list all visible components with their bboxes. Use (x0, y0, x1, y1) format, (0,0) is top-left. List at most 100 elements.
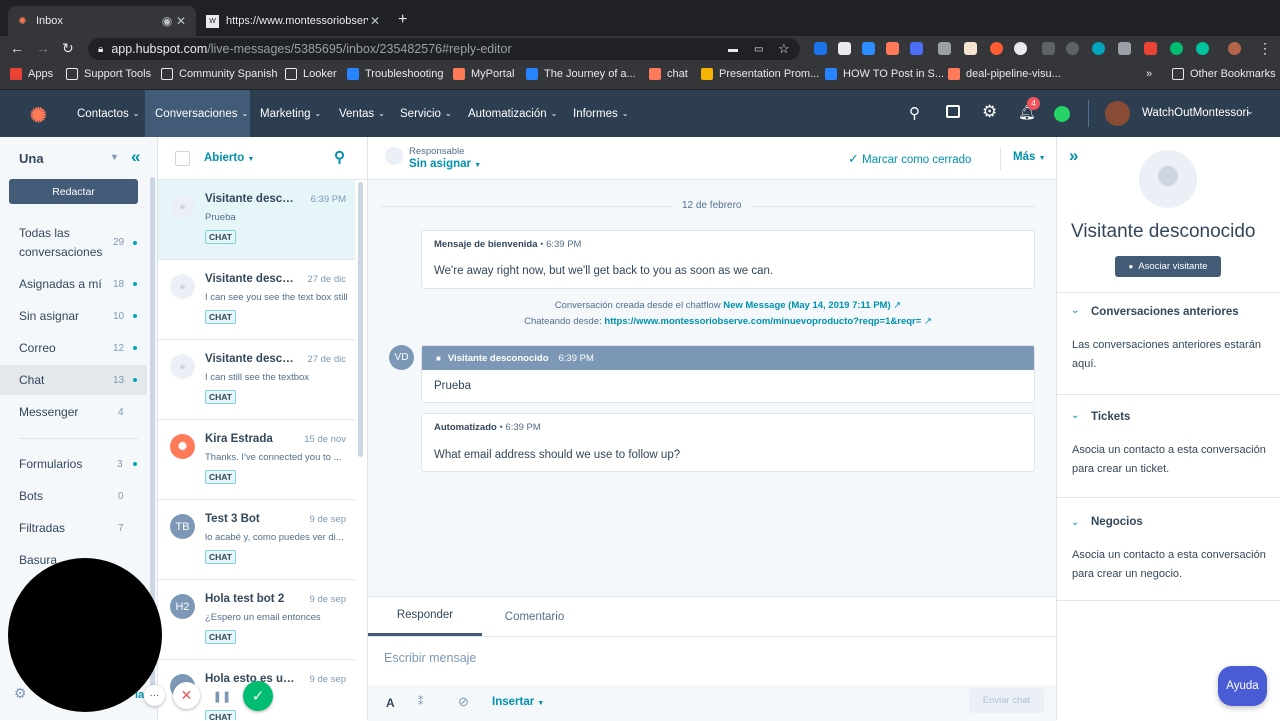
bookmark-howto[interactable]: HOW TO Post in S... (825, 68, 944, 80)
sidebar-item-correo[interactable]: Correo 12 (0, 336, 147, 360)
more-bookmarks-icon[interactable]: » (1146, 68, 1152, 80)
page-url-link[interactable]: https://www.montessoriobserve.com/minuev… (604, 316, 921, 327)
extension-icon[interactable] (910, 42, 923, 55)
bookmark-chat[interactable]: chat (649, 68, 688, 80)
insert-dropdown[interactable]: Insertar ▼ (492, 696, 544, 708)
close-tab-icon[interactable]: ✕ (174, 14, 188, 28)
settings-gear-icon[interactable]: ⚙ (14, 685, 27, 702)
reload-icon[interactable]: ↻ (62, 40, 74, 57)
chevron-down-icon[interactable]: ⌄ (1071, 305, 1079, 316)
inbox-dropdown-icon[interactable]: ▼ (110, 152, 119, 162)
expand-panel-icon[interactable]: » (1069, 146, 1078, 166)
tab-comment[interactable]: Comentario (482, 597, 587, 636)
extension-icon[interactable] (1118, 42, 1131, 55)
bookmark-support-tools[interactable]: Support Tools (66, 68, 151, 80)
section-title[interactable]: Negocios (1091, 516, 1143, 528)
extension-icon[interactable] (964, 42, 977, 55)
bookmark-community-spanish[interactable]: Community Spanish (161, 68, 277, 80)
status-filter-dropdown[interactable]: Abierto ▼ (204, 152, 254, 164)
conversation-item[interactable]: TB Test 3 Bot 9 de sep lo acabé y, como … (158, 500, 355, 580)
bookmark-looker[interactable]: Looker (285, 68, 337, 80)
bookmark-troubleshooting[interactable]: Troubleshooting (347, 68, 443, 80)
nav-conversaciones[interactable]: Conversaciones ⌄ (145, 90, 250, 137)
search-icon[interactable]: ⚲ (909, 104, 920, 122)
extension-icon[interactable] (1066, 42, 1079, 55)
bookmark-star-icon[interactable]: ☆ (778, 41, 790, 57)
collapse-sidebar-icon[interactable]: « (131, 147, 140, 167)
extension-icon[interactable] (1144, 42, 1157, 55)
compose-button[interactable]: Redactar (9, 179, 138, 204)
text-format-icon[interactable]: A (386, 696, 395, 710)
sidebar-item-sin-asignar[interactable]: Sin asignar 10 (0, 304, 147, 328)
conversation-item[interactable]: ● Visitante desco... 27 de dic I can see… (158, 260, 355, 340)
inbox-name[interactable]: Una (19, 151, 44, 166)
back-icon[interactable]: ← (10, 40, 24, 56)
conversation-item[interactable]: ✺ Kira Estrada 15 de nov Thanks. I've co… (158, 420, 355, 500)
extension-icon[interactable] (838, 42, 851, 55)
new-tab-icon[interactable]: + (398, 11, 407, 29)
associate-visitor-button[interactable]: ● Asociar visitante (1115, 256, 1221, 277)
chevron-down-icon[interactable]: ⌄ (1071, 410, 1079, 421)
whatsapp-icon[interactable] (1054, 106, 1070, 122)
attachment-icon[interactable]: ⊘ (458, 694, 469, 710)
nav-automatizacion[interactable]: Automatización ⌄ (458, 90, 567, 137)
bookmark-apps[interactable]: Apps (10, 68, 53, 80)
sidebar-item-bots[interactable]: Bots 0 (0, 484, 147, 508)
browser-tab-inbox[interactable]: ✺ Inbox ◉ ✕ (8, 6, 196, 36)
close-tab-icon[interactable]: ✕ (368, 14, 382, 28)
avatar[interactable] (1105, 101, 1130, 126)
bookmark-deal-pipeline[interactable]: deal-pipeline-visu... (948, 68, 1061, 80)
chevron-down-icon[interactable]: ⌄ (1071, 517, 1079, 528)
close-conversation-button[interactable]: ✓ Marcar como cerrado (848, 151, 971, 167)
extension-icon[interactable] (1042, 42, 1055, 55)
extension-icon[interactable] (1014, 42, 1027, 55)
extension-icon[interactable] (938, 42, 951, 55)
extension-icon[interactable] (814, 42, 827, 55)
sidebar-item-chat[interactable]: Chat 13 (0, 365, 147, 395)
conversation-item[interactable]: ● Visitante desco... 27 de dic I can sti… (158, 340, 355, 420)
forward-icon[interactable]: → (36, 40, 50, 56)
browser-tab-montessori[interactable]: W https://www.montessoriobserve ✕ (198, 6, 390, 36)
owner-dropdown[interactable]: Sin asignar ▼ (409, 158, 481, 170)
list-scrollbar[interactable] (358, 182, 363, 457)
url-field[interactable]: 🔒︎ app.hubspot.com /live-messages/538569… (88, 38, 800, 60)
sidebar-item-todas[interactable]: Todas las conversaciones 29 (0, 222, 147, 262)
search-icon[interactable]: ⚲ (334, 148, 345, 166)
nav-informes[interactable]: Informes ⌄ (563, 90, 638, 137)
sidebar-item-messenger[interactable]: Messenger 4 (0, 400, 147, 424)
recorder-pause-icon[interactable]: ❚❚ (211, 685, 233, 707)
nav-ventas[interactable]: Ventas ⌄ (329, 90, 395, 137)
emoji-icon[interactable]: ⁑ (418, 695, 424, 708)
nav-servicio[interactable]: Servicio ⌄ (390, 90, 462, 137)
extension-icon[interactable] (1092, 42, 1105, 55)
extension-icon[interactable] (990, 42, 1003, 55)
account-name[interactable]: WatchOutMontessori (1142, 107, 1249, 119)
message-input[interactable]: Escribir mensaje (368, 637, 1056, 681)
conversation-item[interactable]: ● Visitante desco... 6:39 PM Prueba CHAT (158, 180, 355, 260)
profile-avatar-icon[interactable] (1228, 42, 1241, 55)
browser-menu-icon[interactable]: ⋮ (1258, 40, 1272, 57)
section-title[interactable]: Conversaciones anteriores (1091, 306, 1239, 318)
bookmark-myportal[interactable]: MyPortal (453, 68, 514, 80)
select-all-checkbox[interactable] (175, 151, 190, 166)
extension-icon[interactable] (862, 42, 875, 55)
section-title[interactable]: Tickets (1091, 411, 1130, 423)
more-actions-dropdown[interactable]: Más ▼ (1013, 151, 1046, 163)
chatflow-link[interactable]: New Message (May 14, 2019 7:11 PM) (723, 300, 890, 311)
tab-reply[interactable]: Responder (368, 597, 482, 636)
help-button[interactable]: Ayuda (1218, 666, 1267, 706)
sidebar-item-formularios[interactable]: Formularios 3 (0, 452, 147, 476)
send-chat-button[interactable]: Enviar chat (969, 688, 1044, 713)
extension-icon[interactable] (1170, 42, 1183, 55)
conversation-item[interactable]: H2 Hola test bot 2 9 de sep ¿Espero un e… (158, 580, 355, 660)
nav-marketing[interactable]: Marketing ⌄ (250, 90, 331, 137)
recorder-more-button[interactable]: ··· (144, 685, 165, 706)
marketplace-icon[interactable] (946, 105, 960, 118)
hubspot-logo-icon[interactable]: ✺ (30, 103, 47, 128)
camera-icon[interactable]: ▬ (728, 44, 738, 55)
sidebar-item-asignadas[interactable]: Asignadas a mí 18 (0, 272, 147, 296)
sidebar-item-filtradas[interactable]: Filtradas 7 (0, 516, 147, 540)
other-bookmarks[interactable]: Other Bookmarks (1172, 68, 1276, 80)
settings-gear-icon[interactable]: ⚙ (982, 102, 997, 122)
bookmark-journey[interactable]: The Journey of a... (526, 68, 636, 80)
